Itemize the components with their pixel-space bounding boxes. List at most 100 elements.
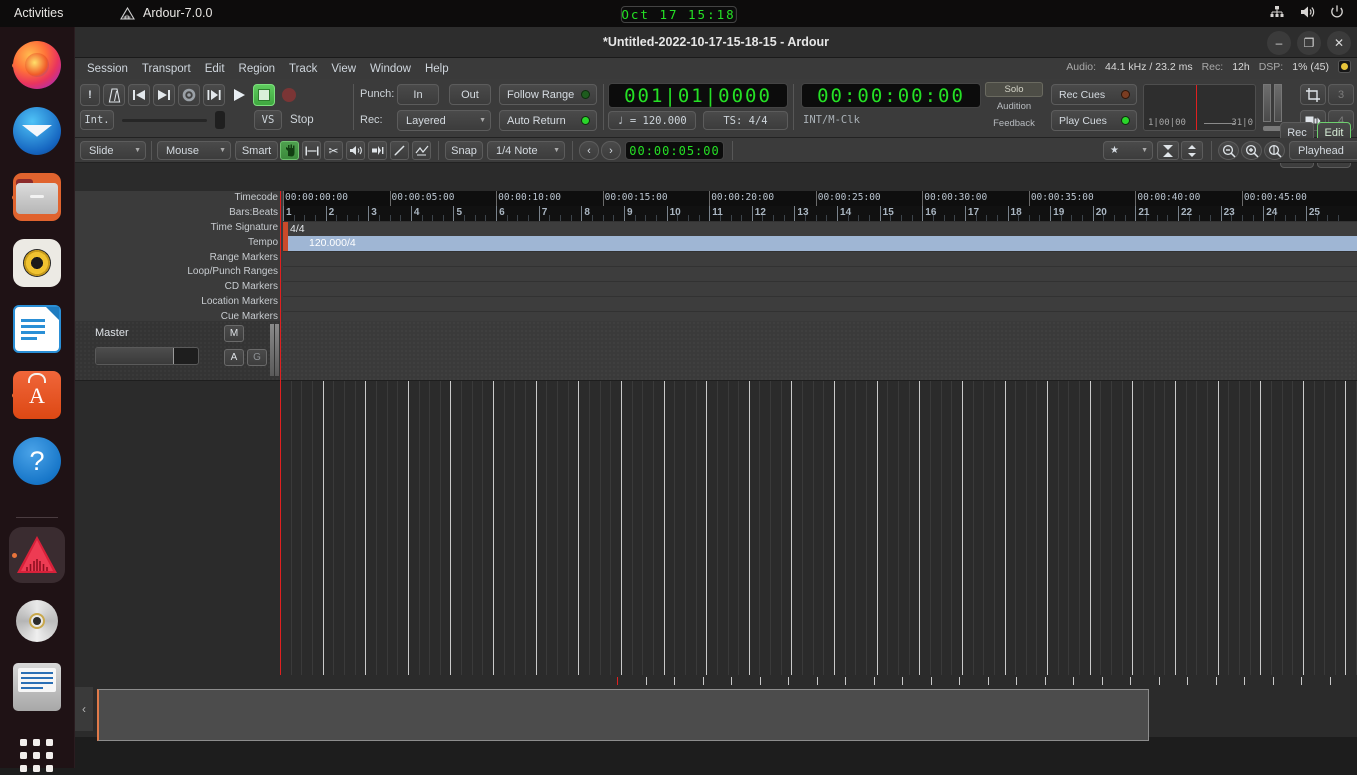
ruler-label-locationmarkers[interactable]: Location Markers — [75, 295, 283, 310]
rec-mode-dropdown[interactable]: Layered ▼ — [397, 110, 491, 131]
zoom-focus-dropdown[interactable]: Playhead ▼ — [1289, 141, 1357, 160]
track-height-button[interactable] — [1181, 141, 1203, 160]
smart-mode-button[interactable]: Smart — [235, 141, 278, 160]
varispeed-button[interactable]: VS — [254, 110, 282, 130]
play-cues-button[interactable]: Play Cues — [1051, 110, 1137, 131]
track-lane-master[interactable] — [280, 321, 1357, 381]
menu-track[interactable]: Track — [282, 61, 324, 77]
metronome-button[interactable] — [103, 84, 125, 106]
nudge-backward-button[interactable]: ‹ — [579, 141, 599, 160]
location-markers-ruler[interactable] — [283, 296, 1357, 311]
audition-tool[interactable] — [368, 141, 387, 160]
time-signature-marker-flag[interactable] — [283, 222, 288, 237]
primary-clock[interactable]: 001|01|0000 — [608, 83, 788, 108]
sync-source-button[interactable]: Int. — [80, 110, 114, 130]
ruler-label-barsbeats[interactable]: Bars:Beats — [75, 206, 283, 221]
barsbeats-ruler[interactable]: 1234567891011121314151617181920212223242… — [283, 206, 1357, 221]
menu-view[interactable]: View — [324, 61, 363, 77]
summary-collapse-button[interactable]: ‹ — [75, 687, 93, 731]
loop-button[interactable] — [178, 84, 200, 106]
ruler-label-timesignature[interactable]: Time Signature — [75, 221, 283, 236]
menu-edit[interactable]: Edit — [198, 61, 232, 77]
mute-button-master[interactable]: M — [224, 325, 244, 342]
ruler-label-cdmarkers[interactable]: CD Markers — [75, 280, 283, 295]
dock-item-ardour[interactable] — [9, 527, 65, 583]
time-signature-ruler[interactable]: 4/4 — [283, 221, 1357, 236]
fit-tracks-button[interactable] — [1157, 141, 1179, 160]
stretch-tool[interactable] — [346, 141, 365, 160]
dock-item-libreoffice-writer[interactable] — [9, 301, 65, 357]
varispeed-slider-handle[interactable] — [215, 111, 225, 129]
ruler-label-timecode[interactable]: Timecode — [75, 191, 283, 206]
clock[interactable]: Oct 17 15:18 — [620, 6, 736, 23]
dock-item-rhythmbox[interactable] — [9, 235, 65, 291]
system-tray[interactable] — [1269, 4, 1345, 20]
zoom-in-button[interactable] — [1241, 141, 1262, 160]
menu-transport[interactable]: Transport — [135, 61, 198, 77]
dock-item-text-editor[interactable] — [9, 659, 65, 715]
nudge-forward-button[interactable]: › — [601, 141, 621, 160]
grab-tool[interactable] — [280, 141, 299, 160]
close-button[interactable]: ✕ — [1327, 31, 1351, 55]
ruler-area[interactable]: 00:00:00:0000:00:05:0000:00:10:0000:00:1… — [283, 191, 1357, 321]
nudge-clock[interactable]: 00:00:05:00 — [625, 141, 724, 160]
ruler-label-looppunch[interactable]: Loop/Punch Ranges — [75, 265, 283, 280]
audition-indicator[interactable]: Audition — [985, 99, 1043, 114]
punch-out-button[interactable]: Out — [449, 84, 491, 105]
range-markers-ruler[interactable] — [283, 251, 1357, 266]
monitor-count-1[interactable]: 3 — [1328, 84, 1354, 105]
varispeed-slider-track[interactable] — [122, 119, 207, 122]
menu-session[interactable]: Session — [80, 61, 135, 77]
playhead-cursor[interactable] — [280, 191, 281, 675]
group-button-master[interactable]: G — [247, 349, 267, 366]
stop-button[interactable] — [253, 84, 275, 106]
go-to-end-button[interactable] — [153, 84, 175, 106]
draw-tool[interactable] — [390, 141, 409, 160]
network-icon[interactable] — [1269, 4, 1285, 20]
track-gain-fader-master[interactable] — [95, 347, 199, 365]
cd-markers-ruler[interactable] — [283, 281, 1357, 296]
automation-button-master[interactable]: A — [224, 349, 244, 366]
track-canvas[interactable] — [280, 321, 1357, 675]
maximize-button[interactable]: ❐ — [1297, 31, 1321, 55]
cue-markers-ruler[interactable] — [283, 311, 1357, 321]
auto-return-button[interactable]: Auto Return — [499, 110, 597, 131]
dock-item-help[interactable]: ? — [9, 433, 65, 489]
ruler-label-rangemarkers[interactable]: Range Markers — [75, 251, 283, 266]
minimize-button[interactable]: – — [1267, 31, 1291, 55]
marker-dropdown[interactable]: ★ ▼ — [1103, 141, 1153, 160]
timecode-ruler[interactable]: 00:00:00:0000:00:05:0000:00:10:0000:00:1… — [283, 191, 1357, 206]
edit-mode-dropdown[interactable]: Slide ▼ — [80, 141, 146, 160]
activities-button[interactable]: Activities — [14, 6, 63, 20]
summary-viewport[interactable] — [97, 689, 1149, 741]
play-range-button[interactable] — [203, 84, 225, 106]
go-to-start-button[interactable] — [128, 84, 150, 106]
monitor-in-button[interactable] — [1300, 84, 1326, 105]
volume-icon[interactable] — [1299, 4, 1315, 20]
loop-punch-ruler[interactable] — [283, 266, 1357, 281]
punch-in-button[interactable]: In — [397, 84, 439, 105]
menu-window[interactable]: Window — [363, 61, 418, 77]
tempo-ruler[interactable]: 120.000/4 — [283, 236, 1357, 251]
rec-cues-button[interactable]: Rec Cues — [1051, 84, 1137, 105]
menu-region[interactable]: Region — [232, 61, 282, 77]
cut-tool[interactable]: ✂ — [324, 141, 343, 160]
dock-item-thunderbird[interactable] — [9, 103, 65, 159]
menu-help[interactable]: Help — [418, 61, 456, 77]
show-applications-button[interactable] — [20, 739, 56, 775]
zoom-out-button[interactable] — [1218, 141, 1239, 160]
tempo-button[interactable]: ♩ = 120.000 — [608, 111, 696, 130]
solo-indicator[interactable]: Solo — [985, 82, 1043, 97]
mini-timeline[interactable]: 1|00|00 31|0 — [1143, 84, 1256, 131]
disk-space-indicator[interactable] — [1338, 60, 1351, 73]
dock-item-files[interactable] — [9, 169, 65, 225]
app-indicator[interactable]: Ardour-7.0.0 — [120, 6, 212, 20]
feedback-indicator[interactable]: Feedback — [985, 116, 1043, 131]
play-button[interactable] — [228, 84, 250, 106]
tempo-marker-flag[interactable] — [283, 236, 288, 251]
secondary-clock[interactable]: 00:00:00:00 — [801, 83, 981, 108]
track-name-master[interactable]: Master — [95, 327, 129, 339]
range-tool[interactable] — [302, 141, 321, 160]
midi-panic-button[interactable]: ! — [80, 84, 100, 106]
edit-point-dropdown[interactable]: Mouse ▼ — [157, 141, 231, 160]
